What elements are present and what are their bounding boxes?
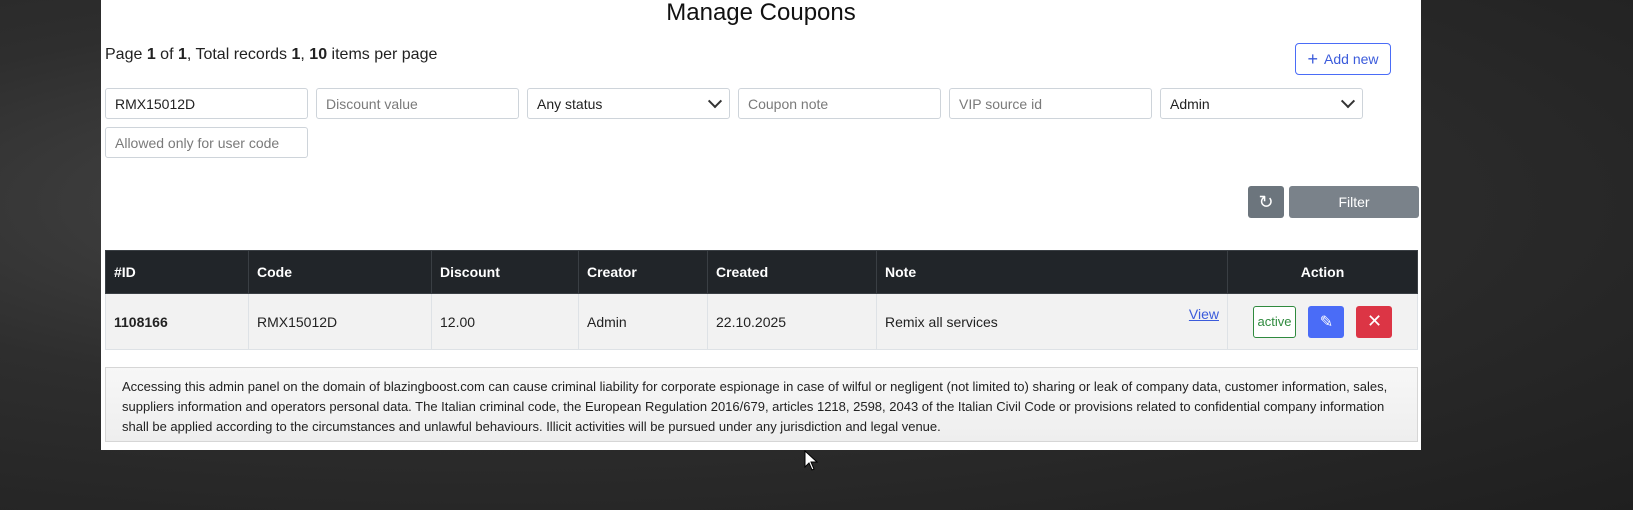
cell-creator: Admin xyxy=(578,293,708,350)
header-code: Code xyxy=(248,250,432,294)
pagination-summary: Page 1 of 1, Total records 1, 10 items p… xyxy=(105,46,438,63)
add-new-button[interactable]: + Add new xyxy=(1295,43,1391,75)
legal-notice: Accessing this admin panel on the domain… xyxy=(105,367,1418,442)
cell-id: 1108166 xyxy=(105,293,249,350)
cell-discount: 12.00 xyxy=(431,293,579,350)
filter-button[interactable]: Filter xyxy=(1289,186,1419,218)
chevron-down-icon xyxy=(1340,93,1356,108)
status-selected: Any status xyxy=(537,95,603,112)
header-creator: Creator xyxy=(578,250,708,294)
refresh-icon: ↻ xyxy=(1258,191,1274,212)
vip-source-input[interactable] xyxy=(949,88,1152,119)
cell-note: Remix all services View xyxy=(876,293,1228,350)
view-link[interactable]: View xyxy=(1189,306,1219,322)
discount-input[interactable] xyxy=(316,88,519,119)
note-text: Remix all services xyxy=(885,313,998,330)
status-select[interactable]: Any status xyxy=(527,88,730,119)
action-group: active ✎ ✕ xyxy=(1236,305,1409,338)
reset-button[interactable]: ↻ xyxy=(1248,186,1284,218)
add-new-label: Add new xyxy=(1324,51,1379,67)
status-badge[interactable]: active xyxy=(1252,305,1297,338)
header-discount: Discount xyxy=(431,250,579,294)
cell-code: RMX15012D xyxy=(248,293,432,350)
pencil-icon: ✎ xyxy=(1319,313,1334,331)
chevron-down-icon xyxy=(707,93,723,108)
user-code-input[interactable] xyxy=(105,127,308,158)
code-input[interactable] xyxy=(105,88,308,119)
coupons-table: #ID Code Discount Creator Created Note A… xyxy=(105,250,1418,350)
close-icon: ✕ xyxy=(1366,311,1383,331)
header-id: #ID xyxy=(105,250,249,294)
table-row: 1108166 RMX15012D 12.00 Admin 22.10.2025… xyxy=(105,293,1418,350)
main-panel: Manage Coupons Page 1 of 1, Total record… xyxy=(101,0,1421,450)
header-note: Note xyxy=(876,250,1228,294)
delete-button[interactable]: ✕ xyxy=(1356,305,1393,338)
header-action: Action xyxy=(1227,250,1418,294)
plus-icon: + xyxy=(1307,49,1319,69)
cell-created: 22.10.2025 xyxy=(707,293,877,350)
table-header-row: #ID Code Discount Creator Created Note A… xyxy=(105,250,1418,294)
cell-action: active ✎ ✕ xyxy=(1227,293,1418,350)
coupon-note-input[interactable] xyxy=(738,88,941,119)
creator-select[interactable]: Admin xyxy=(1160,88,1363,119)
edit-button[interactable]: ✎ xyxy=(1308,305,1345,338)
page-title: Manage Coupons xyxy=(666,0,856,26)
creator-selected: Admin xyxy=(1170,95,1210,112)
header-created: Created xyxy=(707,250,877,294)
mouse-cursor-icon xyxy=(804,450,819,471)
